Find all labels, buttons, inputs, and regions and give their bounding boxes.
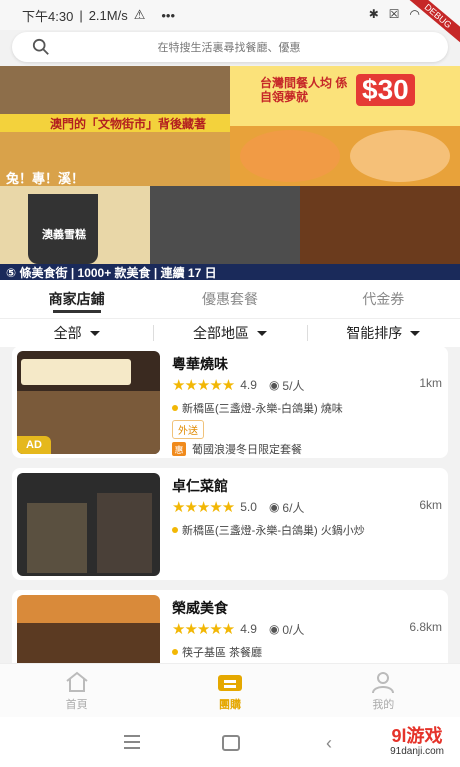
bluetooth-icon: ✱ [368, 7, 379, 21]
filter-category[interactable]: 全部 [0, 319, 153, 347]
restaurant-photo [17, 473, 160, 576]
tab-shops[interactable]: 商家店鋪 [0, 280, 153, 318]
nav-profile[interactable]: 我的 [307, 664, 460, 718]
promo-banner[interactable]: 澳門的「文物街市」背後藏著 兔！專！溪！ 台灣間餐人均 係自領夢就 $30 澳義… [0, 66, 460, 280]
nav-group-buy[interactable]: 團購 [153, 664, 306, 718]
status-speed: 2.1M/s [88, 7, 128, 23]
rating-score: 4.9 [240, 622, 257, 636]
restaurant-name: 卓仁菜館 [172, 478, 228, 494]
eye-icon: ◉ [268, 622, 280, 636]
nav-home[interactable]: 首頁 [0, 664, 153, 718]
price-per-person: 5/人 [282, 378, 305, 393]
notification-icon: ⚠ [133, 7, 146, 22]
banner-footer: ⑤ 條美食街 | 1000+ 款美食 | 連續 17 日 [6, 266, 217, 280]
banner-slogan: 兔！專！溪！ [6, 171, 85, 186]
restaurant-location: 新橋區(三盞燈-永樂-白鴿巢) 燒味 [182, 403, 343, 415]
sim-icon: ☒ [388, 7, 400, 21]
restaurant-photo [17, 595, 160, 670]
more-icon: ••• [161, 7, 176, 23]
star-rating: ★★★★★ [172, 377, 235, 394]
price-per-person: 0/人 [282, 622, 305, 637]
user-icon [372, 672, 395, 694]
caret-down-icon [256, 330, 267, 336]
banner-caption: 澳門的「文物街市」背後藏著 [50, 117, 207, 131]
back-icon[interactable]: ‹ [326, 733, 332, 754]
banner-taiwan-text: 台灣間餐人均 係自領夢就 [260, 76, 348, 104]
delivery-tag: 外送 [172, 420, 204, 439]
filter-bar: 全部 全部地區 智能排序 [0, 318, 460, 347]
ad-badge: AD [17, 436, 51, 454]
distance: 6.8km [409, 620, 442, 634]
restaurant-card[interactable]: 榮威美食 ★★★★★ 4.9 ◉ 0/人 6.8km 筷子基區 茶餐廳 [12, 590, 448, 670]
distance: 6km [419, 498, 442, 512]
system-nav-bar: ‹ 9l游戏 91danji.com [0, 717, 460, 767]
restaurant-card[interactable]: AD 粵華燒味 ★★★★★ 4.9 ◉ 5/人 1km 新橋區(三盞燈-永樂-白鴿… [12, 346, 448, 458]
restaurant-photo: AD [17, 351, 160, 454]
tab-deals[interactable]: 優惠套餐 [153, 280, 306, 318]
watermark-logo: 9l游戏 91danji.com [390, 726, 444, 757]
eye-icon: ◉ [268, 500, 280, 514]
promo-text: 葡國浪漫冬日限定套餐 [192, 444, 302, 456]
restaurant-location: 筷子基區 茶餐廳 [182, 647, 263, 659]
location-pin-icon [172, 405, 178, 411]
restaurant-location: 新橋區(三盞燈-永樂-白鴿巢) 火鍋小炒 [182, 525, 365, 537]
ticket-icon [217, 675, 242, 691]
location-pin-icon [172, 649, 178, 655]
caret-down-icon [89, 330, 100, 336]
rating-score: 5.0 [240, 500, 257, 514]
price-per-person: 6/人 [282, 500, 305, 515]
search-icon [32, 38, 49, 55]
category-tabs: 商家店鋪 優惠套餐 代金券 [0, 280, 460, 318]
search-placeholder: 在特搜生活裏尋找餐廳、優惠 [157, 42, 301, 54]
wifi-icon: ◠ [409, 7, 420, 21]
location-pin-icon [172, 527, 178, 533]
restaurant-card[interactable]: 卓仁菜館 ★★★★★ 5.0 ◉ 6/人 6km 新橋區(三盞燈-永樂-白鴿巢) … [12, 468, 448, 580]
rating-score: 4.9 [240, 378, 257, 392]
discount-icon: 惠 [172, 442, 186, 456]
banner-price: $30 [356, 74, 415, 106]
star-rating: ★★★★★ [172, 499, 235, 516]
tab-vouchers[interactable]: 代金券 [307, 280, 460, 318]
distance: 1km [419, 376, 442, 390]
status-time: 下午4:30 [22, 8, 74, 24]
banner-icecream: 澳義雪糕 [42, 229, 86, 241]
restaurant-name: 榮威美食 [172, 600, 228, 616]
home-icon [66, 671, 88, 692]
filter-region[interactable]: 全部地區 [153, 319, 306, 347]
caret-down-icon [410, 330, 421, 336]
filter-sort[interactable]: 智能排序 [306, 319, 460, 347]
menu-icon[interactable] [124, 735, 140, 749]
search-bar[interactable]: 在特搜生活裏尋找餐廳、優惠 [12, 32, 448, 62]
status-bar: 下午4:30 | 2.1M/s ⚠ ••• ✱ ☒ ◠ DEBUG [0, 0, 460, 46]
eye-icon: ◉ [268, 378, 280, 392]
star-rating: ★★★★★ [172, 621, 235, 638]
bottom-nav: 首頁 團購 我的 [0, 663, 460, 718]
home-square-icon[interactable] [222, 735, 240, 751]
restaurant-name: 粵華燒味 [172, 356, 228, 372]
